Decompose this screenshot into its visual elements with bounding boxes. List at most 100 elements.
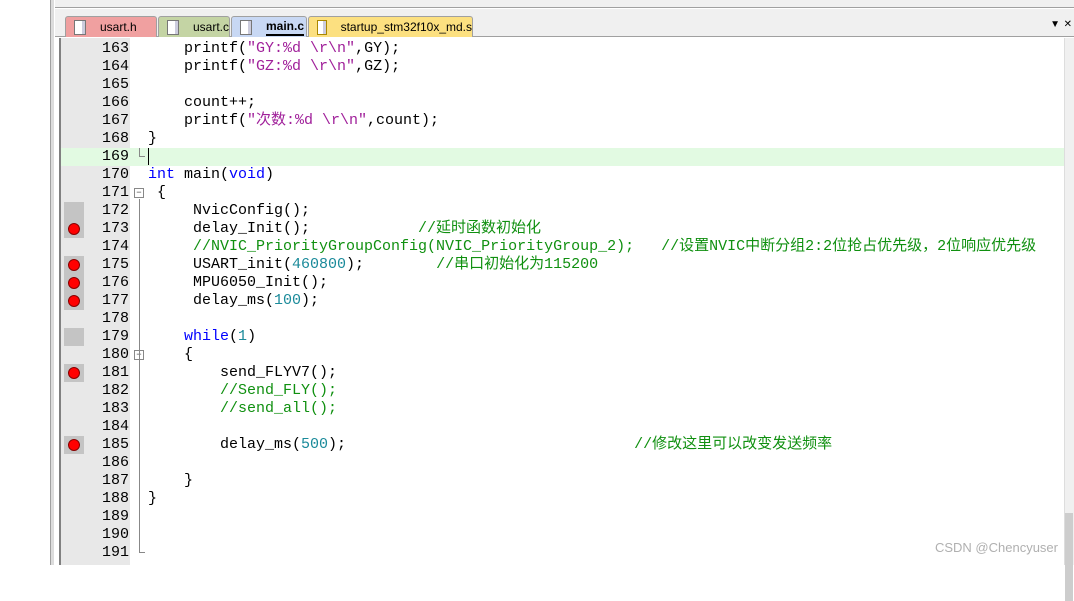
line-number: 178 — [101, 310, 129, 327]
code-token: { — [148, 184, 167, 201]
file-icon — [240, 19, 252, 35]
code-token: MPU6050_Init(); — [148, 274, 329, 291]
code-line[interactable]: 179 while(1) — [61, 328, 1064, 346]
code-line[interactable]: 167 printf("次数:%d \r\n",count); — [61, 112, 1064, 130]
code-line[interactable]: 173 delay_Init(); //延时函数初始化 — [61, 220, 1064, 238]
breakpoint-margin[interactable] — [64, 256, 84, 274]
key-file-icon — [317, 19, 327, 35]
code-line[interactable]: 169 — [61, 148, 1064, 166]
breakpoint-margin[interactable] — [64, 274, 84, 292]
code-line[interactable]: 183 //send_all(); — [61, 400, 1064, 418]
code-line[interactable]: 191 — [61, 544, 1064, 562]
code-token: delay_ms( — [148, 292, 275, 309]
line-number: 170 — [101, 166, 129, 183]
code-line[interactable]: 190 — [61, 526, 1064, 544]
code-token: 1 — [238, 328, 248, 345]
code-line[interactable]: 184 — [61, 418, 1064, 436]
tab-menu-icon[interactable]: ▼ — [1050, 19, 1060, 30]
vertical-scrollbar[interactable] — [1064, 38, 1074, 601]
code-token: } — [148, 472, 194, 489]
code-line[interactable]: 175 USART_init(460800); //串口初始化为115200 — [61, 256, 1064, 274]
line-number: 171 — [101, 184, 129, 201]
code-line[interactable]: 186 — [61, 454, 1064, 472]
breakpoint-margin[interactable] — [64, 364, 84, 382]
code-line[interactable]: 174 //NVIC_PriorityGroupConfig(NVIC_Prio… — [61, 238, 1064, 256]
code-line[interactable]: 166 count++; — [61, 94, 1064, 112]
line-number: 191 — [101, 544, 129, 561]
fold-guide — [139, 361, 140, 481]
tab-usart-c[interactable]: usart.c — [158, 16, 230, 37]
line-number: 184 — [101, 418, 129, 435]
scrollbar-thumb[interactable] — [1065, 513, 1073, 601]
code-line[interactable]: 185 delay_ms(500); //修改这里可以改变发送频率 — [61, 436, 1064, 454]
line-number: 173 — [101, 220, 129, 237]
close-icon[interactable]: ✕ — [1064, 19, 1072, 30]
code-line[interactable]: 170 int main(void) — [61, 166, 1064, 184]
code-line[interactable]: 172 NvicConfig(); — [61, 202, 1064, 220]
fold-collapse-icon[interactable]: − — [134, 188, 144, 198]
code-token: ); — [328, 436, 635, 453]
breakpoint-icon[interactable] — [68, 223, 80, 235]
line-number: 175 — [101, 256, 129, 273]
code-line[interactable]: 168} — [61, 130, 1064, 148]
code-line[interactable]: 176 MPU6050_Init(); — [61, 274, 1064, 292]
breakpoint-icon[interactable] — [68, 277, 80, 289]
code-line[interactable]: 164 printf("GZ:%d \r\n",GZ); — [61, 58, 1064, 76]
code-token: 100 — [274, 292, 302, 309]
fold-end-marker — [139, 148, 145, 157]
code-text: { — [148, 184, 166, 202]
file-icon — [74, 19, 86, 35]
code-text: int main(void) — [148, 166, 274, 184]
line-number: 165 — [101, 76, 129, 93]
code-line[interactable]: 180− { — [61, 346, 1064, 364]
tab-startup-s[interactable]: startup_stm32f10x_md.s — [308, 16, 473, 37]
tab-main-c[interactable]: main.c — [231, 16, 307, 37]
code-token: 460800 — [292, 256, 347, 273]
project-panel — [0, 0, 54, 565]
code-token: delay_Init(); — [148, 220, 419, 237]
code-line[interactable]: 188} — [61, 490, 1064, 508]
code-line[interactable]: 181 send_FLYV7(); — [61, 364, 1064, 382]
code-token: //延时函数初始化 — [418, 220, 542, 237]
code-line[interactable]: 178 — [61, 310, 1064, 328]
watermark: CSDN @Chencyuser — [934, 540, 1058, 555]
code-line[interactable]: 189 — [61, 508, 1064, 526]
code-token: int — [148, 166, 176, 183]
file-tab-bar: usart.h usart.c main.c startup_stm32f10x… — [55, 9, 1074, 37]
breakpoint-margin[interactable] — [64, 436, 84, 454]
code-token: void — [229, 166, 266, 183]
line-number: 183 — [101, 400, 129, 417]
code-text: } — [148, 472, 193, 490]
code-token: count++; — [148, 94, 257, 111]
code-line[interactable]: 182 //Send_FLY(); — [61, 382, 1064, 400]
code-token: printf( — [148, 58, 248, 75]
tab-usart-h[interactable]: usart.h — [65, 16, 157, 37]
code-token: printf( — [148, 112, 248, 129]
code-text: delay_Init(); //延时函数初始化 — [148, 220, 541, 238]
breakpoint-margin[interactable] — [64, 328, 84, 346]
code-line[interactable]: 171− { — [61, 184, 1064, 202]
line-number: 164 — [101, 58, 129, 75]
code-line[interactable]: 165 — [61, 76, 1064, 94]
line-number: 180 — [101, 346, 129, 363]
code-token: 500 — [301, 436, 329, 453]
code-line[interactable]: 163 printf("GY:%d \r\n",GY); — [61, 40, 1064, 58]
code-line[interactable]: 187 } — [61, 472, 1064, 490]
code-line[interactable]: 177 delay_ms(100); — [61, 292, 1064, 310]
code-token: NvicConfig(); — [148, 202, 311, 219]
code-text: //send_all(); — [148, 400, 337, 418]
breakpoint-margin[interactable] — [64, 292, 84, 310]
breakpoint-icon[interactable] — [68, 259, 80, 271]
breakpoint-icon[interactable] — [68, 295, 80, 307]
breakpoint-icon[interactable] — [68, 439, 80, 451]
code-token: ,GZ); — [355, 58, 401, 75]
breakpoint-icon[interactable] — [68, 367, 80, 379]
code-editor[interactable]: 163 printf("GY:%d \r\n",GY); 164 printf("… — [59, 38, 1064, 565]
breakpoint-margin[interactable] — [64, 202, 84, 220]
line-number: 174 — [101, 238, 129, 255]
code-token: "GZ:%d \r\n" — [247, 58, 356, 75]
breakpoint-margin[interactable] — [64, 220, 84, 238]
